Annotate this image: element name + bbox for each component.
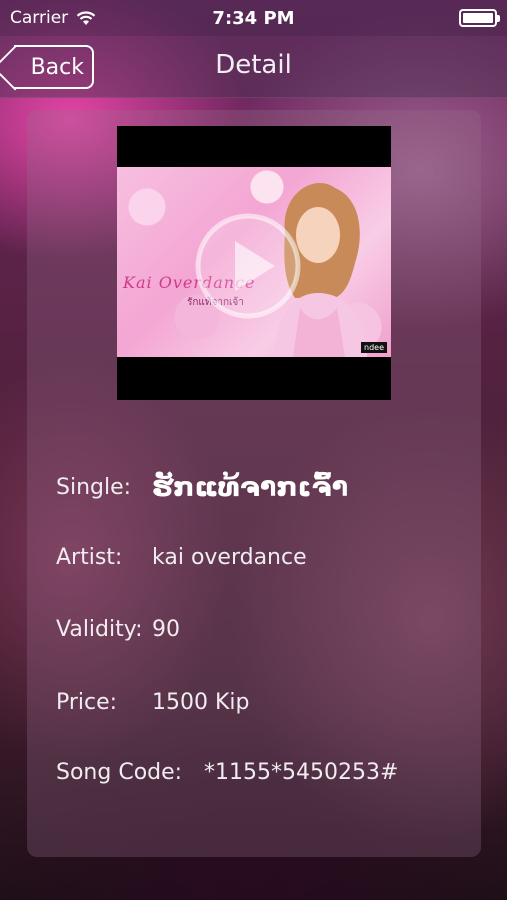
- song-code-label: Song Code:: [56, 760, 183, 785]
- video-thumbnail[interactable]: Kai Overdance รักแท้จากเจ้า ndee: [117, 126, 391, 400]
- nav-bar: Back Detail: [0, 36, 507, 98]
- wifi-icon: [76, 11, 96, 25]
- validity-label: Validity:: [56, 617, 143, 642]
- battery-fill: [463, 13, 493, 23]
- page-title: Detail: [215, 50, 292, 80]
- price-row: Price: 1500 Kip: [56, 690, 250, 715]
- price-value: 1500 Kip: [152, 690, 250, 715]
- artist-row: Artist: kai overdance: [56, 545, 307, 570]
- status-left: Carrier: [10, 8, 96, 28]
- battery-icon: [459, 9, 500, 27]
- watermark: ndee: [361, 342, 387, 353]
- validity-row: Validity: 90: [56, 617, 180, 642]
- single-value: ຮັກແທ້ຈາກເຈົ້າ: [152, 472, 349, 503]
- artist-value: kai overdance: [152, 545, 307, 570]
- play-icon[interactable]: [193, 211, 303, 321]
- artist-label: Artist:: [56, 545, 123, 570]
- video-frame: Kai Overdance รักแท้จากเจ้า ndee: [117, 167, 391, 357]
- single-row: Single: ຮັກແທ້ຈາກເຈົ້າ: [56, 472, 348, 503]
- price-label: Price:: [56, 690, 118, 715]
- single-label: Single:: [56, 475, 132, 500]
- song-code-row: Song Code: *1155*5450253#: [56, 760, 398, 785]
- carrier-label: Carrier: [10, 8, 69, 28]
- song-code-value[interactable]: *1155*5450253#: [204, 760, 398, 785]
- validity-value: 90: [152, 617, 180, 642]
- status-bar: Carrier 7:34 PM: [0, 0, 507, 36]
